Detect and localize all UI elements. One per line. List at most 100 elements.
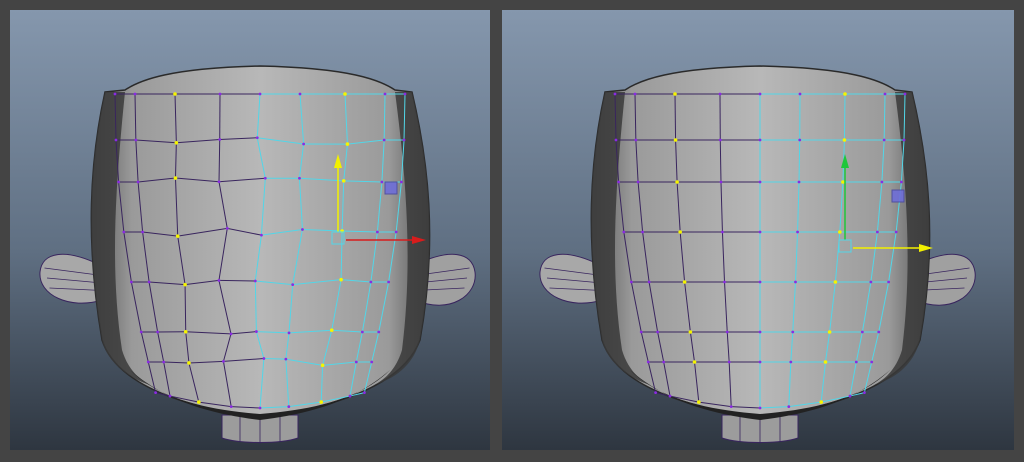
mesh-vertex <box>254 330 258 333</box>
mesh-vertex <box>629 280 633 284</box>
mesh-vertex <box>654 391 657 395</box>
viewport-right[interactable] <box>502 10 1014 450</box>
mesh-vertex <box>258 406 262 410</box>
mesh-vertex <box>721 230 724 234</box>
mesh-vertex <box>341 179 346 183</box>
mesh-vertex <box>253 279 257 283</box>
mesh-vertex <box>133 92 137 96</box>
mesh-vertex <box>394 230 398 234</box>
mesh-vertex <box>262 357 266 360</box>
mesh-vertex <box>863 391 866 395</box>
mesh-vertex <box>791 330 795 334</box>
mesh-vertex <box>641 230 645 234</box>
mesh-vertex <box>673 92 677 96</box>
mesh-vertex <box>339 277 343 282</box>
mesh-vertex <box>403 92 407 96</box>
viewport-left[interactable] <box>10 10 490 450</box>
mesh-vertex <box>175 234 180 238</box>
mesh-vertex <box>823 360 828 364</box>
mesh-vertex <box>329 328 334 333</box>
mesh-vertex <box>319 400 324 404</box>
mesh-vertex <box>298 176 301 180</box>
mesh-vertex <box>902 138 906 142</box>
mesh-vertex <box>668 394 672 398</box>
mesh-vertex <box>639 330 643 334</box>
mesh-vertex <box>880 180 884 184</box>
mesh-vertex <box>147 280 151 284</box>
mesh-vertex <box>400 180 403 184</box>
mesh-vertex <box>218 92 222 96</box>
mesh-vertex <box>301 228 304 231</box>
mesh-vertex <box>173 92 177 96</box>
mesh-vertex <box>370 360 374 364</box>
mesh-vertex <box>162 360 166 364</box>
mesh-vertex <box>287 405 291 409</box>
mesh-vertex <box>122 230 126 234</box>
mesh-vertex <box>719 180 723 184</box>
move-plane-handle <box>891 189 905 203</box>
mesh-vertex <box>156 330 160 334</box>
mesh-vertex <box>222 359 225 363</box>
viewport-left-canvas[interactable] <box>10 10 490 450</box>
mesh-vertex <box>688 330 693 334</box>
mesh-vertex <box>613 92 617 96</box>
mesh-vertex <box>360 330 364 334</box>
mesh-vertex <box>375 230 379 234</box>
mesh-vertex <box>682 280 687 284</box>
mesh-vertex <box>117 180 120 184</box>
mesh-vertex <box>141 230 145 234</box>
mesh-vertex <box>139 330 143 334</box>
mesh-vertex <box>838 230 842 234</box>
mesh-vertex <box>218 138 222 141</box>
mesh-vertex <box>377 330 381 334</box>
mesh-vertex <box>154 391 158 395</box>
mesh-vertex <box>848 394 852 398</box>
mesh-vertex <box>718 138 722 142</box>
mesh-vertex <box>173 176 178 180</box>
mesh-vertex <box>229 405 233 409</box>
mesh-vertex <box>758 406 762 410</box>
mesh-vertex <box>723 280 726 284</box>
mesh-vertex <box>636 180 640 184</box>
mesh-vertex <box>380 180 384 184</box>
mesh-vertex <box>794 280 797 284</box>
mesh-vertex <box>675 180 679 184</box>
viewport-right-canvas[interactable] <box>502 10 1014 450</box>
mesh-vertex <box>875 230 879 234</box>
mesh-vertex <box>614 138 618 142</box>
mesh-vertex <box>134 138 138 142</box>
mesh-vertex <box>843 92 847 96</box>
mesh-vertex <box>662 360 666 364</box>
mesh-vertex <box>870 360 874 364</box>
mesh-vertex <box>255 136 259 140</box>
mesh-vertex <box>900 180 903 184</box>
mesh-vertex <box>647 280 651 284</box>
mesh-vertex <box>617 180 620 184</box>
mesh-vertex <box>622 230 626 234</box>
mesh-vertex <box>183 282 187 287</box>
mesh-vertex <box>298 92 302 96</box>
mesh-vertex <box>260 233 263 237</box>
mesh-vertex <box>302 142 306 146</box>
mesh-vertex <box>758 360 762 364</box>
mesh-vertex <box>869 280 873 284</box>
mesh-vertex <box>678 230 682 234</box>
mesh-vertex <box>758 92 762 96</box>
mesh-vertex <box>758 230 762 234</box>
mesh-vertex <box>197 400 201 404</box>
mesh-vertex <box>168 394 172 398</box>
mesh-vertex <box>758 138 762 142</box>
mesh-vertex <box>729 405 733 409</box>
mesh-vertex <box>797 180 801 184</box>
mesh-vertex <box>113 92 117 96</box>
mesh-vertex <box>291 283 295 287</box>
mesh-vertex <box>798 138 802 142</box>
mesh-vertex <box>833 280 838 284</box>
mesh-vertex <box>258 92 262 96</box>
mesh-vertex <box>129 280 133 284</box>
mesh-vertex <box>383 92 387 96</box>
mesh-vertex <box>320 363 325 368</box>
mesh-vertex <box>402 138 406 142</box>
mesh-vertex <box>894 230 898 234</box>
mesh-vertex <box>382 138 386 142</box>
